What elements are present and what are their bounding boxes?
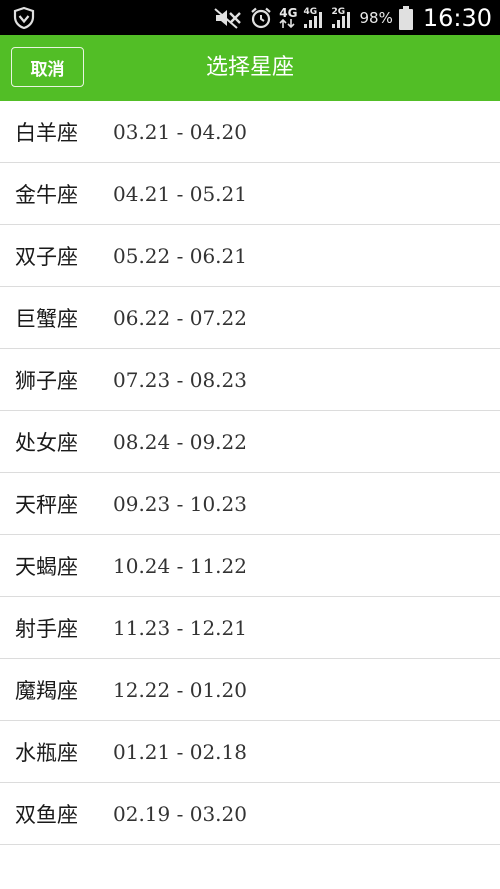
zodiac-list: 白羊座 03.21 - 04.20 金牛座 04.21 - 05.21 双子座 … xyxy=(0,101,500,845)
zodiac-name: 狮子座 xyxy=(15,368,78,393)
list-item[interactable]: 处女座 08.24 - 09.22 xyxy=(0,411,500,473)
zodiac-date-range: 02.19 - 03.20 xyxy=(113,801,247,826)
list-item[interactable]: 巨蟹座 06.22 - 07.22 xyxy=(0,287,500,349)
alarm-clock-icon xyxy=(249,6,273,30)
status-clock: 16:30 xyxy=(422,3,492,32)
signal-strength-icon-2: 2G xyxy=(331,7,353,29)
list-item[interactable]: 天蝎座 10.24 - 11.22 xyxy=(0,535,500,597)
list-item[interactable]: 水瓶座 01.21 - 02.18 xyxy=(0,721,500,783)
cancel-button[interactable]: 取消 xyxy=(11,47,84,87)
zodiac-name: 处女座 xyxy=(15,430,78,455)
network-type-label: 4G xyxy=(279,6,298,20)
list-item[interactable]: 白羊座 03.21 - 04.20 xyxy=(0,101,500,163)
zodiac-date-range: 05.22 - 06.21 xyxy=(113,243,247,268)
zodiac-name: 天秤座 xyxy=(15,492,78,517)
zodiac-name: 双子座 xyxy=(15,244,78,269)
battery-icon xyxy=(398,5,413,30)
list-item[interactable]: 狮子座 07.23 - 08.23 xyxy=(0,349,500,411)
zodiac-name: 魔羯座 xyxy=(15,678,78,703)
zodiac-date-range: 09.23 - 10.23 xyxy=(113,491,247,516)
zodiac-date-range: 12.22 - 01.20 xyxy=(113,677,247,702)
zodiac-date-range: 06.22 - 07.22 xyxy=(113,305,247,330)
list-item[interactable]: 双鱼座 02.19 - 03.20 xyxy=(0,783,500,845)
status-bar: 4G 4G 2G 98% 16:30 xyxy=(0,0,500,35)
status-icons: 4G 4G 2G 98% 16:30 xyxy=(213,0,492,35)
title-bar: 取消 选择星座 xyxy=(0,35,500,101)
zodiac-date-range: 10.24 - 11.22 xyxy=(113,553,247,578)
list-item[interactable]: 魔羯座 12.22 - 01.20 xyxy=(0,659,500,721)
zodiac-name: 水瓶座 xyxy=(15,740,78,765)
zodiac-date-range: 03.21 - 04.20 xyxy=(113,119,247,144)
zodiac-name: 白羊座 xyxy=(15,120,78,145)
zodiac-name: 金牛座 xyxy=(15,182,78,207)
zodiac-name: 射手座 xyxy=(15,616,78,641)
zodiac-date-range: 11.23 - 12.21 xyxy=(113,615,247,640)
zodiac-date-range: 01.21 - 02.18 xyxy=(113,739,247,764)
list-item[interactable]: 双子座 05.22 - 06.21 xyxy=(0,225,500,287)
zodiac-date-range: 07.23 - 08.23 xyxy=(113,367,247,392)
list-item[interactable]: 天秤座 09.23 - 10.23 xyxy=(0,473,500,535)
zodiac-date-range: 04.21 - 05.21 xyxy=(113,181,247,206)
list-item[interactable]: 金牛座 04.21 - 05.21 xyxy=(0,163,500,225)
list-item[interactable]: 射手座 11.23 - 12.21 xyxy=(0,597,500,659)
zodiac-name: 天蝎座 xyxy=(15,554,78,579)
network-type-label-secondary: 4G xyxy=(303,6,318,17)
zodiac-name: 双鱼座 xyxy=(15,802,78,827)
network-type-label-tertiary: 2G xyxy=(331,6,346,17)
mute-icon xyxy=(213,7,243,29)
shield-icon xyxy=(12,6,36,30)
battery-percent: 98% xyxy=(359,8,393,27)
zodiac-date-range: 08.24 - 09.22 xyxy=(113,429,247,454)
zodiac-name: 巨蟹座 xyxy=(15,306,78,331)
network-4g-indicator: 4G xyxy=(279,7,297,28)
data-arrows-icon xyxy=(279,19,295,28)
signal-strength-icon-1: 4G xyxy=(303,7,325,29)
